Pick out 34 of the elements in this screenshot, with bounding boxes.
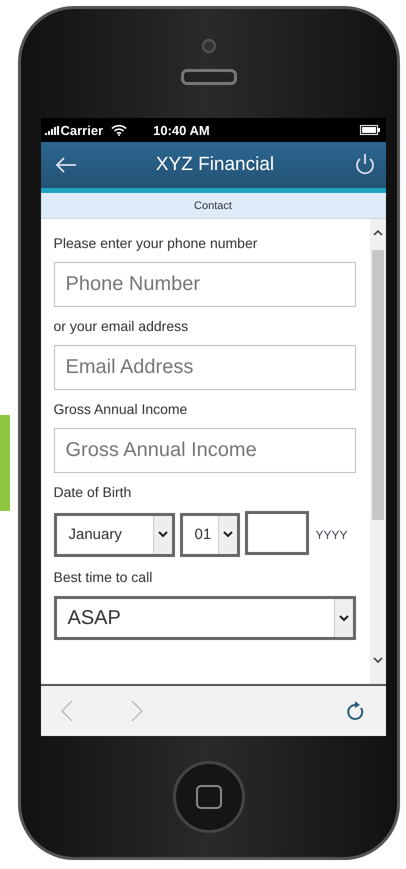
text-input-field[interactable]: Email Address <box>54 345 356 390</box>
reload-icon <box>346 700 366 722</box>
section-title: Contact <box>194 200 232 212</box>
field-label: Best time to call <box>54 569 154 585</box>
month-select[interactable]: January <box>54 512 174 556</box>
time-select[interactable]: ASAP <box>54 596 356 640</box>
app-title: XYZ Financial <box>154 154 276 176</box>
carrier-label: Carrier <box>60 122 104 138</box>
chevron-down-icon <box>338 614 348 622</box>
scroll-up-icon[interactable] <box>372 229 382 236</box>
year-input-field[interactable] <box>244 511 308 555</box>
battery-icon <box>360 125 380 135</box>
back-arrow-icon <box>54 157 76 173</box>
chevron-left-icon <box>60 700 72 722</box>
field-label: Please enter your phone number <box>54 235 258 251</box>
scrollbar-thumb[interactable] <box>372 250 384 520</box>
power-icon <box>354 153 376 177</box>
day-select[interactable]: 01 <box>180 512 240 556</box>
camera-icon <box>202 39 216 53</box>
text-input-field[interactable]: Gross Annual Income <box>54 428 356 473</box>
status-time: 10:40 AM <box>153 122 210 138</box>
chevron-down-icon <box>222 531 232 538</box>
chevron-down-icon <box>158 531 168 538</box>
year-format-hint: YYYY <box>316 528 348 542</box>
scroll-down-icon[interactable] <box>372 657 382 664</box>
scrollbar[interactable] <box>370 219 386 684</box>
text-input-field[interactable]: Phone Number <box>54 262 356 307</box>
wifi-icon <box>111 124 128 136</box>
field-label: or your email address <box>54 318 190 334</box>
field-label: Gross Annual Income <box>54 401 188 417</box>
field-label: Date of Birth <box>54 484 132 500</box>
chevron-right-icon <box>130 700 142 722</box>
speaker-icon <box>181 69 237 85</box>
signal-icon <box>44 126 58 134</box>
